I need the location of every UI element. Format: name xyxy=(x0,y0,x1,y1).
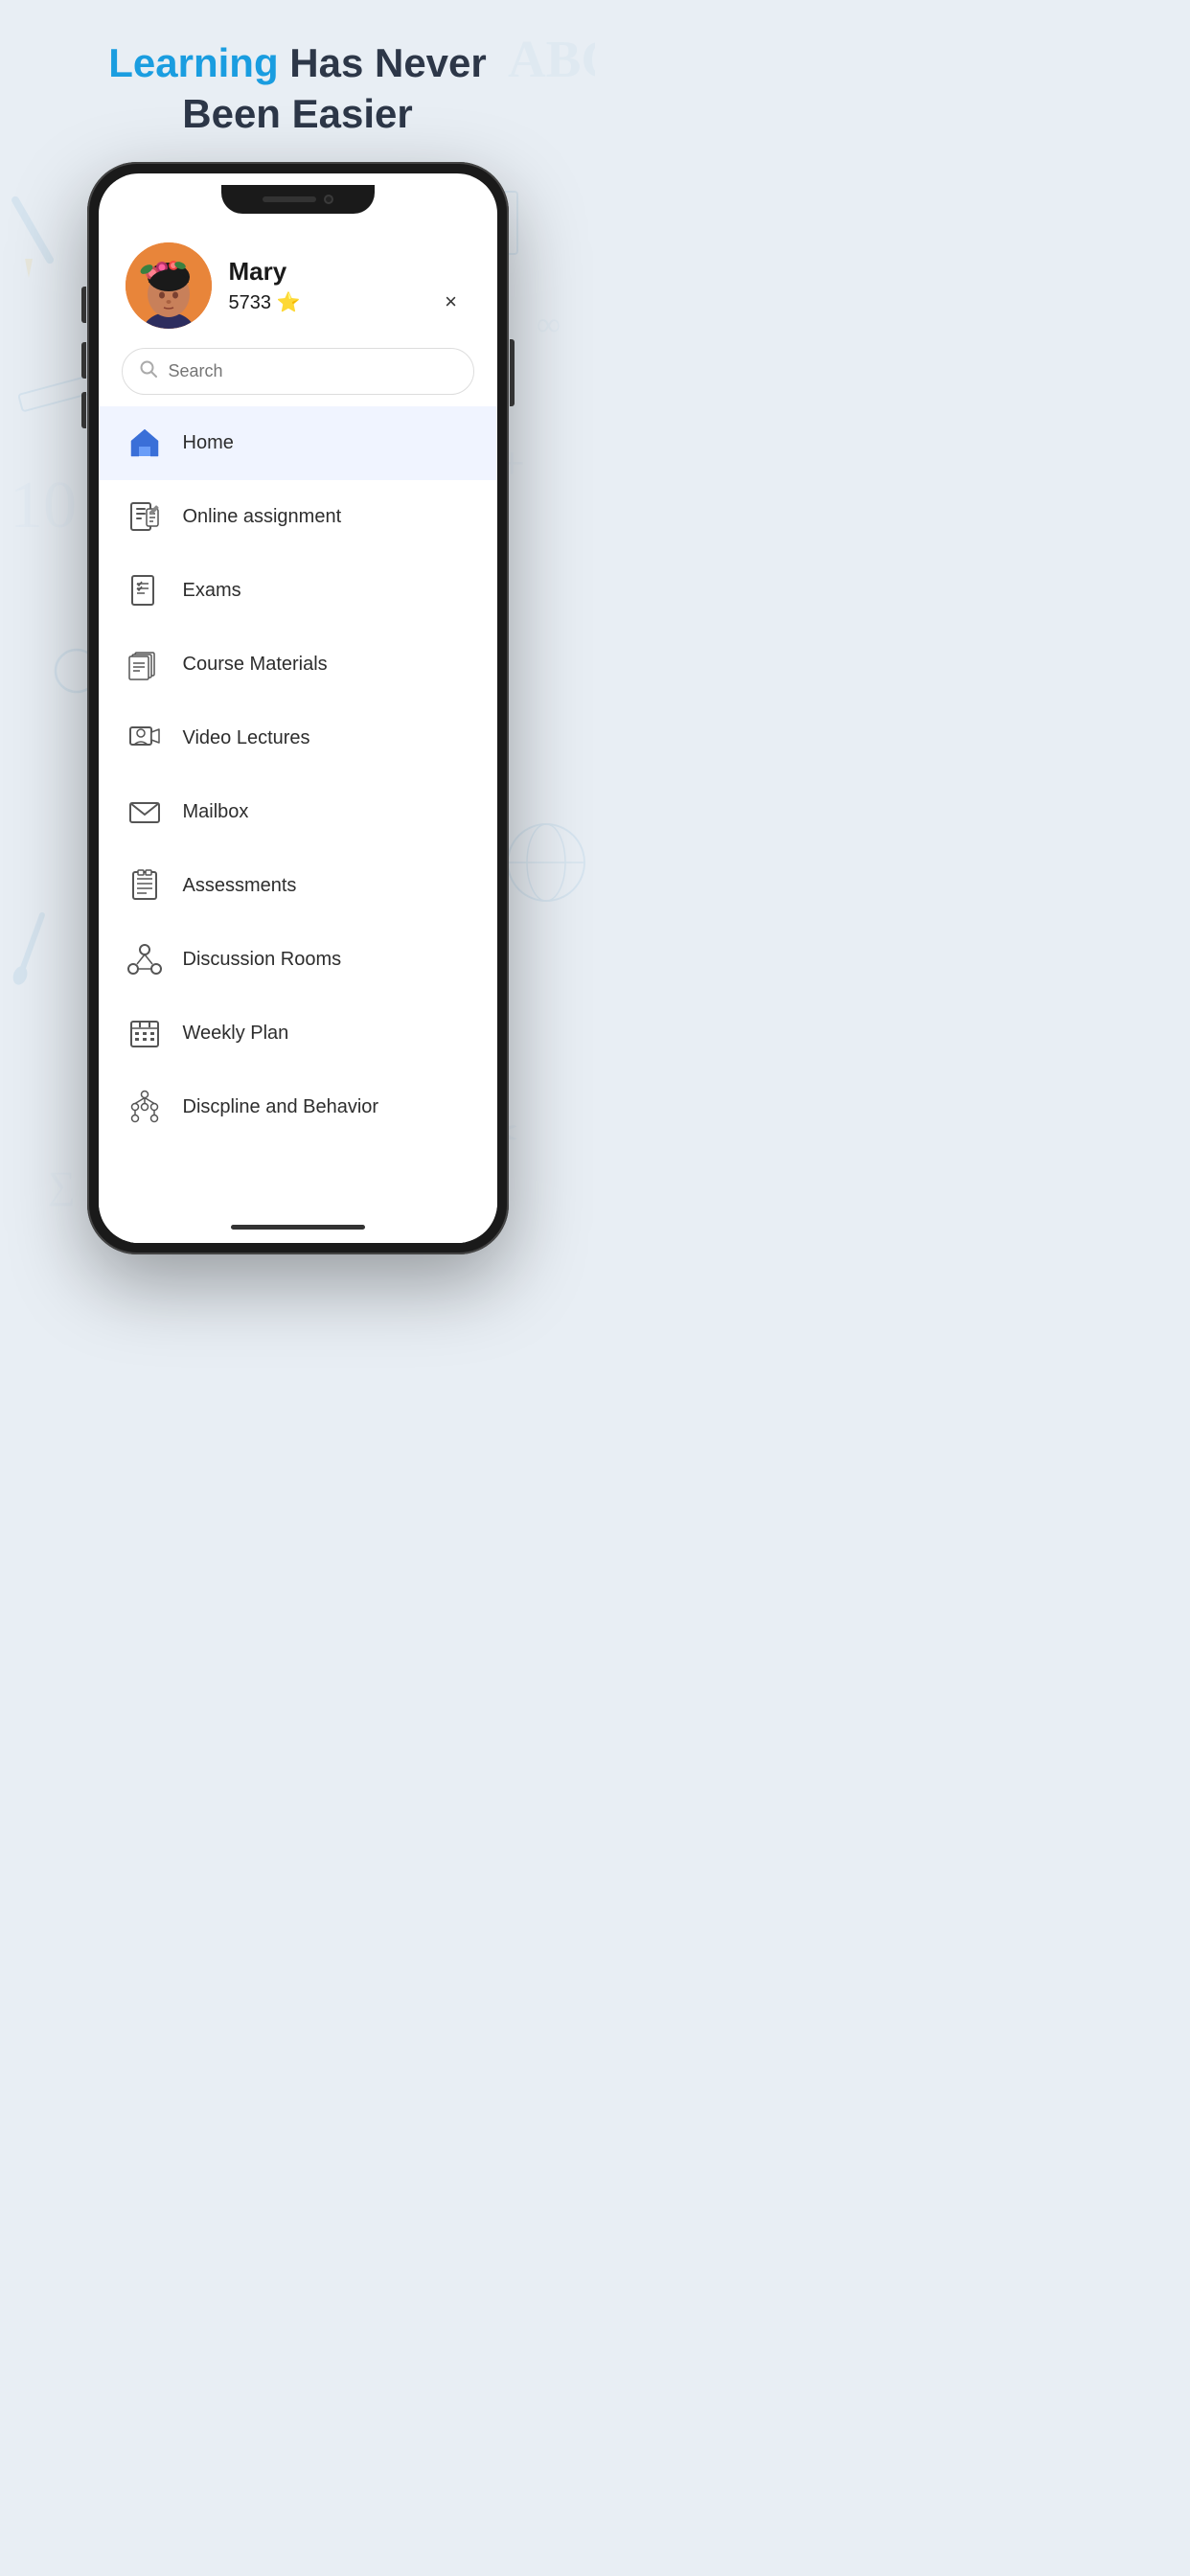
menu-item-assessments[interactable]: Assessments xyxy=(99,849,497,923)
svg-text:∑: ∑ xyxy=(48,1163,76,1207)
search-input[interactable] xyxy=(169,361,456,381)
close-button[interactable]: × xyxy=(434,285,469,319)
search-bar[interactable] xyxy=(122,348,474,395)
menu-item-mailbox[interactable]: Mailbox xyxy=(99,775,497,849)
menu-label-discipline-behavior: Discpline and Behavior xyxy=(183,1096,379,1118)
user-profile: Mary 5733 ⭐ xyxy=(99,219,497,348)
assessments-icon xyxy=(126,866,164,905)
menu-label-online-assignment: Online assignment xyxy=(183,506,342,528)
menu-label-mailbox: Mailbox xyxy=(183,801,249,823)
user-name: Mary xyxy=(229,257,301,287)
header-section: Learning Has Never Been Easier xyxy=(108,38,487,139)
phone-frame: × xyxy=(87,162,509,1254)
mailbox-icon xyxy=(126,793,164,831)
menu-label-video-lectures: Video Lectures xyxy=(183,727,310,749)
header-line1-rest: Has Never xyxy=(279,40,487,85)
menu-item-discussion-rooms[interactable]: Discussion Rooms xyxy=(99,923,497,997)
menu-item-exams[interactable]: Exams xyxy=(99,554,497,628)
svg-text:ABC: ABC xyxy=(508,30,595,88)
menu-label-weekly-plan: Weekly Plan xyxy=(183,1023,289,1045)
header-line2: Been Easier xyxy=(182,91,412,136)
search-icon xyxy=(140,360,157,382)
menu-label-assessments: Assessments xyxy=(183,875,297,897)
notch-speaker xyxy=(263,196,316,202)
menu-label-course-materials: Course Materials xyxy=(183,654,328,676)
svg-text:10: 10 xyxy=(10,469,77,542)
notch-camera xyxy=(324,195,333,204)
home-indicator xyxy=(99,1215,497,1243)
discipline-behavior-icon xyxy=(126,1088,164,1126)
menu-list: Home xyxy=(99,406,497,1215)
header-blue-word: Learning xyxy=(108,40,278,85)
discussion-rooms-icon xyxy=(126,940,164,978)
menu-item-video-lectures[interactable]: Video Lectures xyxy=(99,702,497,775)
svg-text:∞: ∞ xyxy=(537,306,561,343)
menu-label-home: Home xyxy=(183,432,234,454)
menu-label-discussion-rooms: Discussion Rooms xyxy=(183,949,342,971)
avatar xyxy=(126,242,212,329)
menu-item-online-assignment[interactable]: Online assignment xyxy=(99,480,497,554)
menu-item-weekly-plan[interactable]: Weekly Plan xyxy=(99,997,497,1070)
user-score: 5733 ⭐ xyxy=(229,290,301,314)
home-icon xyxy=(126,424,164,462)
course-materials-icon xyxy=(126,645,164,683)
phone-notch xyxy=(99,173,497,219)
weekly-plan-icon xyxy=(126,1014,164,1052)
menu-item-course-materials[interactable]: Course Materials xyxy=(99,628,497,702)
video-lectures-icon xyxy=(126,719,164,757)
home-bar xyxy=(231,1225,365,1230)
menu-item-discipline-behavior[interactable]: Discpline and Behavior xyxy=(99,1070,497,1144)
screen-content: × xyxy=(99,219,497,1243)
user-info: Mary 5733 ⭐ xyxy=(229,257,301,314)
phone-screen: × xyxy=(99,173,497,1243)
menu-label-exams: Exams xyxy=(183,580,241,602)
exams-icon xyxy=(126,571,164,610)
menu-item-home[interactable]: Home xyxy=(99,406,497,480)
online-assignment-icon xyxy=(126,497,164,536)
